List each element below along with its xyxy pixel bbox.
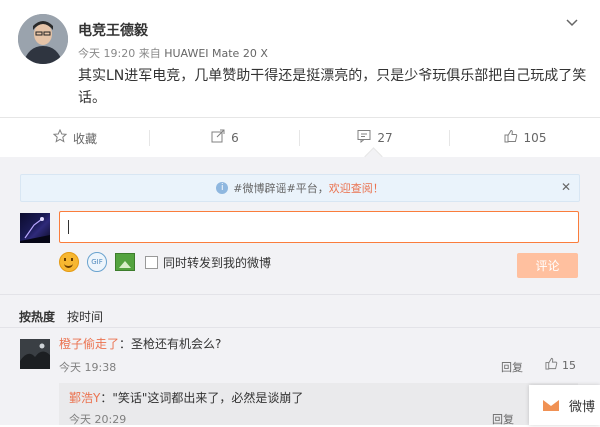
comment-panel: i #微博辟谣#平台， 欢迎查阅！ ✕ GIF 同时转发到我的微博 评论 按热度… — [0, 157, 600, 426]
close-icon[interactable]: ✕ — [561, 180, 571, 194]
post-device[interactable]: HUAWEI Mate 20 X — [164, 47, 268, 60]
my-avatar[interactable] — [20, 213, 50, 243]
sort-by-time[interactable]: 按时间 — [67, 308, 103, 325]
notice-link[interactable]: 欢迎查阅！ — [329, 180, 384, 196]
rumor-notice: i #微博辟谣#平台， 欢迎查阅！ ✕ — [20, 174, 580, 202]
notice-text: #微博辟谣#平台， — [233, 182, 329, 195]
chevron-down-icon[interactable] — [566, 16, 578, 30]
replier-name[interactable]: 鄞浩Y — [69, 391, 100, 405]
comment-like-button[interactable]: 15 — [545, 357, 576, 374]
author-name[interactable]: 电竞王德毅 — [78, 20, 148, 40]
source-prefix: 来自 — [138, 47, 161, 60]
forward-count: 6 — [231, 131, 239, 145]
like-count: 105 — [523, 131, 547, 145]
text-caret — [68, 220, 69, 234]
commenter-name[interactable]: 橙子偷走了 — [59, 337, 119, 351]
forward-checkbox-label[interactable]: 同时转发到我的微博 — [163, 254, 271, 271]
post-meta: 今天 19:20 来自 HUAWEI Mate 20 X — [78, 45, 268, 61]
chat-label: 微博 — [569, 399, 596, 415]
reply-text: 鄞浩Y："笑话"这词都出来了，必然是谈崩了 — [69, 389, 303, 406]
commenter-avatar[interactable] — [20, 339, 50, 369]
thumbs-up-icon — [504, 129, 518, 147]
post-text: 其实LN进军电竞，几单赞助干得还是挺漂亮的，只是少爷玩俱乐部把自己玩成了笑话。 — [78, 68, 587, 106]
like-button[interactable]: 105 — [450, 118, 600, 158]
info-icon: i — [216, 182, 229, 194]
reply-item: 鄞浩Y："笑话"这词都出来了，必然是谈崩了 今天 20:29 回复 — [59, 383, 578, 426]
comment-text: 橙子偷走了：圣枪还有机会么? — [59, 335, 221, 352]
forward-button[interactable]: 6 — [150, 118, 300, 158]
share-icon — [211, 129, 225, 147]
emoji-icon[interactable] — [59, 252, 79, 272]
forward-checkbox[interactable] — [145, 255, 158, 269]
comment-like-count: 15 — [562, 359, 576, 372]
comment-input[interactable] — [59, 211, 579, 243]
star-icon — [52, 128, 68, 147]
image-icon[interactable] — [115, 253, 135, 271]
comment-icon — [357, 129, 371, 147]
reply-button[interactable]: 回复 — [501, 359, 523, 375]
reply-body: ："笑话"这词都出来了，必然是谈崩了 — [100, 391, 304, 405]
comment-time: 今天 19:38 — [59, 361, 117, 374]
divider — [0, 327, 600, 328]
author-avatar[interactable] — [18, 14, 68, 64]
post-actions: 收藏 6 27 105 — [0, 117, 600, 159]
comment-sort: 按热度 按时间 — [19, 308, 115, 325]
chat-widget[interactable]: 微博 — [529, 385, 600, 425]
comment-count: 27 — [377, 131, 393, 145]
gif-icon[interactable]: GIF — [87, 252, 107, 272]
post-time[interactable]: 今天 19:20 — [78, 47, 135, 60]
divider — [0, 294, 600, 295]
weibo-post: 电竞王德毅 今天 19:20 来自 HUAWEI Mate 20 X 其实LN进… — [0, 0, 600, 117]
sort-by-hot[interactable]: 按热度 — [19, 308, 55, 325]
mail-icon — [543, 399, 559, 411]
favorite-label: 收藏 — [72, 131, 97, 146]
submit-comment-button[interactable]: 评论 — [517, 253, 578, 278]
favorite-button[interactable]: 收藏 — [0, 118, 150, 158]
comment-tools: GIF 同时转发到我的微博 — [59, 251, 271, 273]
thumbs-up-icon — [545, 357, 558, 374]
comment-body: ：圣枪还有机会么? — [119, 337, 222, 351]
